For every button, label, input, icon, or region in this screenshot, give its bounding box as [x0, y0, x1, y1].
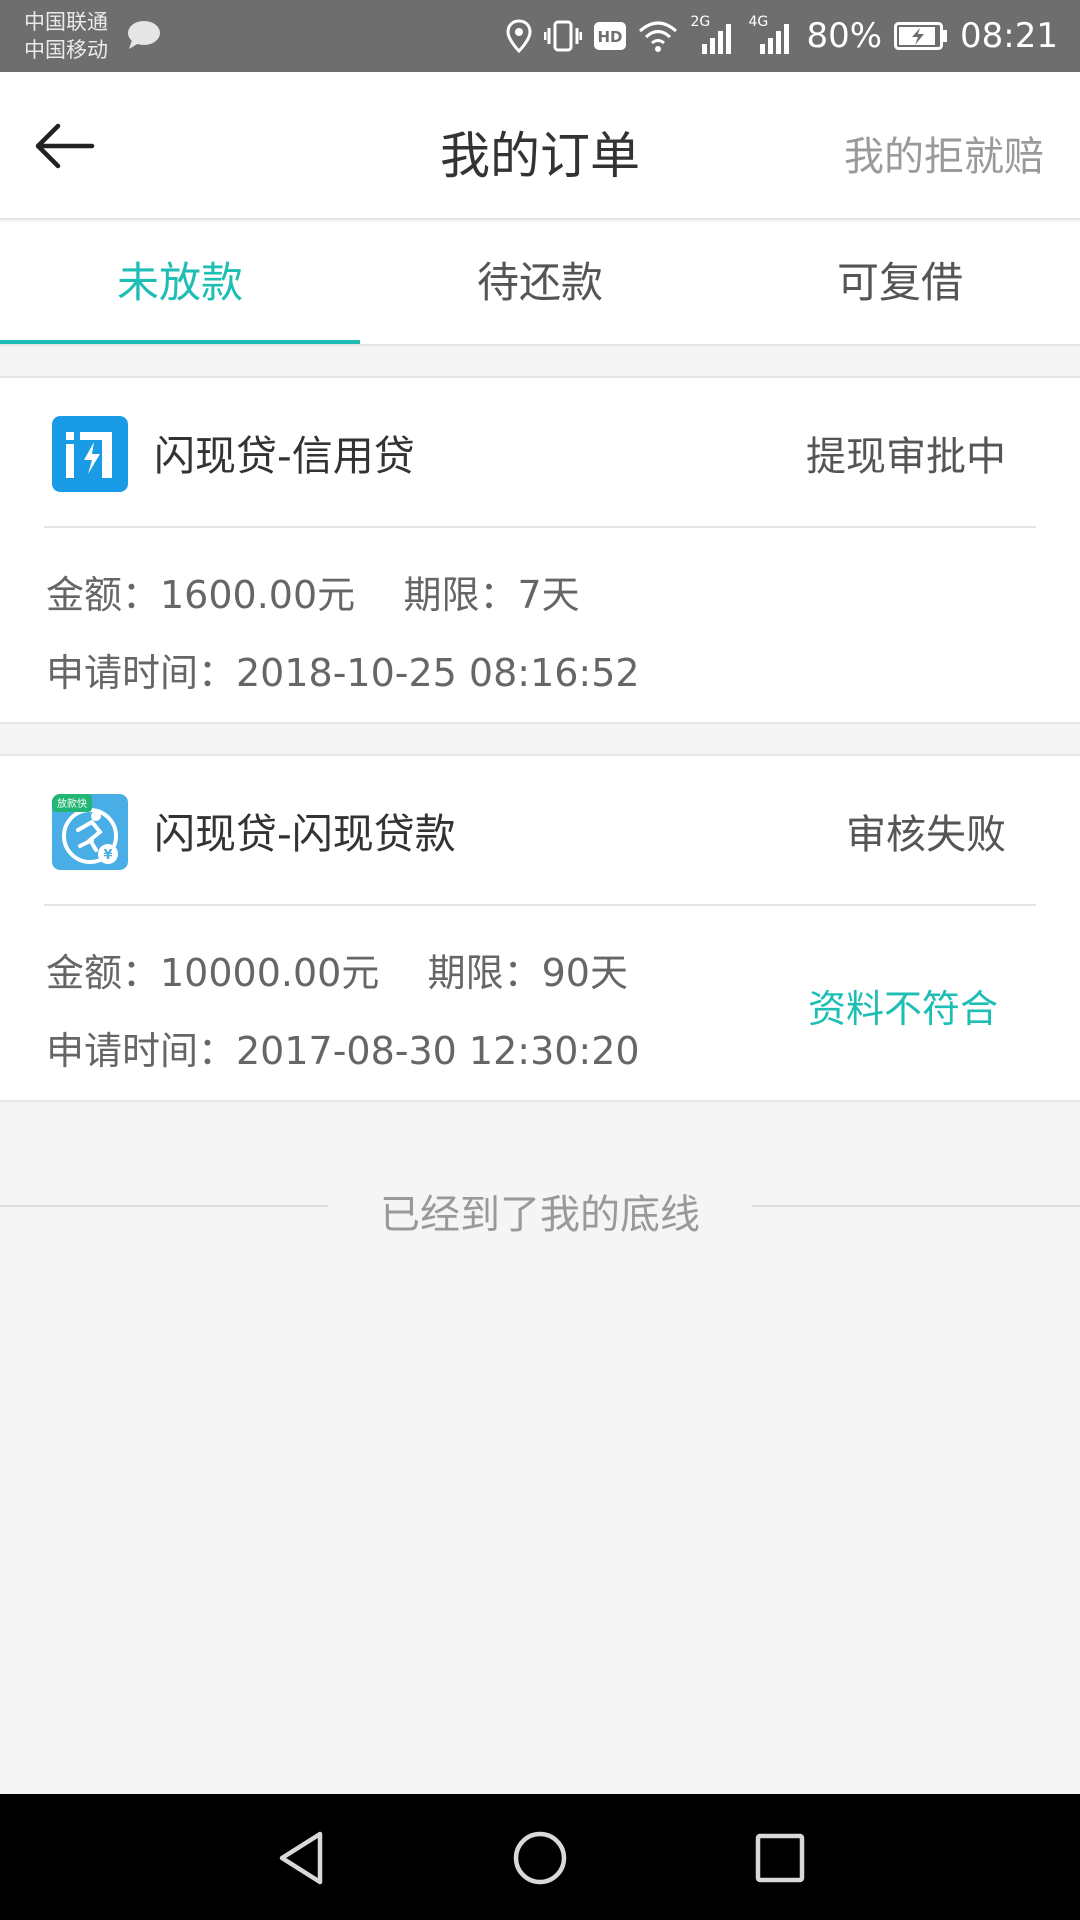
- currency-label: ¥: [103, 848, 112, 863]
- message-icon: [128, 21, 160, 49]
- end-of-list: 已经到了我的底线: [0, 1178, 1080, 1238]
- failure-reason: 资料不符合: [807, 987, 998, 1031]
- order-status: 提现审批中: [806, 434, 1006, 480]
- hd-label: HD: [598, 28, 623, 46]
- order-card-body: 金额：10000.00元 期限：90天 申请时间：2017-08-30 12:3…: [0, 904, 1080, 1100]
- signal-4g-icon: 4G: [748, 14, 794, 56]
- clock: 08:21: [960, 16, 1058, 56]
- amount-term: 金额：1600.00元 期限：7天: [46, 573, 580, 617]
- battery-percent: 80%: [806, 16, 883, 56]
- icon-badge-label: 放款快: [57, 797, 87, 810]
- flash-loan-app-icon: [52, 416, 128, 492]
- carrier-2: 中国移动: [24, 38, 108, 62]
- refusal-compensation-link[interactable]: 我的拒就赔: [844, 124, 1044, 182]
- location-icon: [506, 19, 532, 53]
- signal-2g-icon: 2G: [690, 14, 736, 56]
- order-card-header: ¥ 放款快 闪现贷-闪现贷款 审核失败: [0, 756, 1080, 906]
- amount-term: 金额：10000.00元 期限：90天: [46, 951, 628, 995]
- carrier-1: 中国联通: [24, 10, 108, 34]
- back-triangle-icon[interactable]: [270, 1826, 334, 1890]
- status-bar: 中国联通 中国移动 HD 2G 4G 80% 08:21: [0, 0, 1080, 72]
- tab-label: 可复借: [836, 258, 963, 307]
- tab-label: 未放款: [116, 258, 243, 307]
- product-name: 闪现贷-信用贷: [154, 432, 415, 480]
- signal-bars-4g: [760, 24, 790, 54]
- tab-reborrow[interactable]: 可复借: [720, 222, 1080, 344]
- apply-time: 申请时间：2017-08-30 12:30:20: [46, 1029, 640, 1073]
- fast-loan-app-icon: ¥ 放款快: [52, 794, 128, 870]
- active-tab-indicator: [0, 340, 360, 344]
- vibrate-icon: [544, 20, 583, 52]
- home-circle-icon[interactable]: [508, 1826, 572, 1890]
- order-card[interactable]: 闪现贷-信用贷 提现审批中 金额：1600.00元 期限：7天 申请时间：201…: [0, 376, 1080, 724]
- status-icons: HD 2G 4G 80% 08:21: [506, 0, 1058, 72]
- tab-not-disbursed[interactable]: 未放款: [0, 222, 360, 344]
- tab-label: 待还款: [476, 258, 603, 307]
- apply-time: 申请时间：2018-10-25 08:16:52: [46, 651, 640, 695]
- wifi-icon: [639, 21, 678, 52]
- order-card-body: 金额：1600.00元 期限：7天 申请时间：2018-10-25 08:16:…: [0, 526, 1080, 722]
- end-rule-right: [752, 1205, 1080, 1207]
- system-nav-bar: [0, 1794, 1080, 1920]
- end-of-list-text: 已经到了我的底线: [380, 1192, 700, 1238]
- hd-icon: HD: [594, 22, 627, 50]
- header-bar: 我的订单 我的拒就赔: [0, 72, 1080, 220]
- order-status: 审核失败: [846, 812, 1006, 858]
- order-card[interactable]: ¥ 放款快 闪现贷-闪现贷款 审核失败 金额：10000.00元 期限：90天 …: [0, 754, 1080, 1102]
- battery-icon: [894, 22, 948, 50]
- order-tabs: 未放款 待还款 可复借: [0, 222, 1080, 346]
- signal-bars-2g: [702, 24, 732, 54]
- carrier-labels: 中国联通 中国移动: [24, 8, 108, 64]
- order-card-header: 闪现贷-信用贷 提现审批中: [0, 378, 1080, 528]
- product-name: 闪现贷-闪现贷款: [154, 810, 456, 858]
- tab-pending-repayment[interactable]: 待还款: [360, 222, 720, 344]
- recent-apps-square-icon[interactable]: [748, 1826, 812, 1890]
